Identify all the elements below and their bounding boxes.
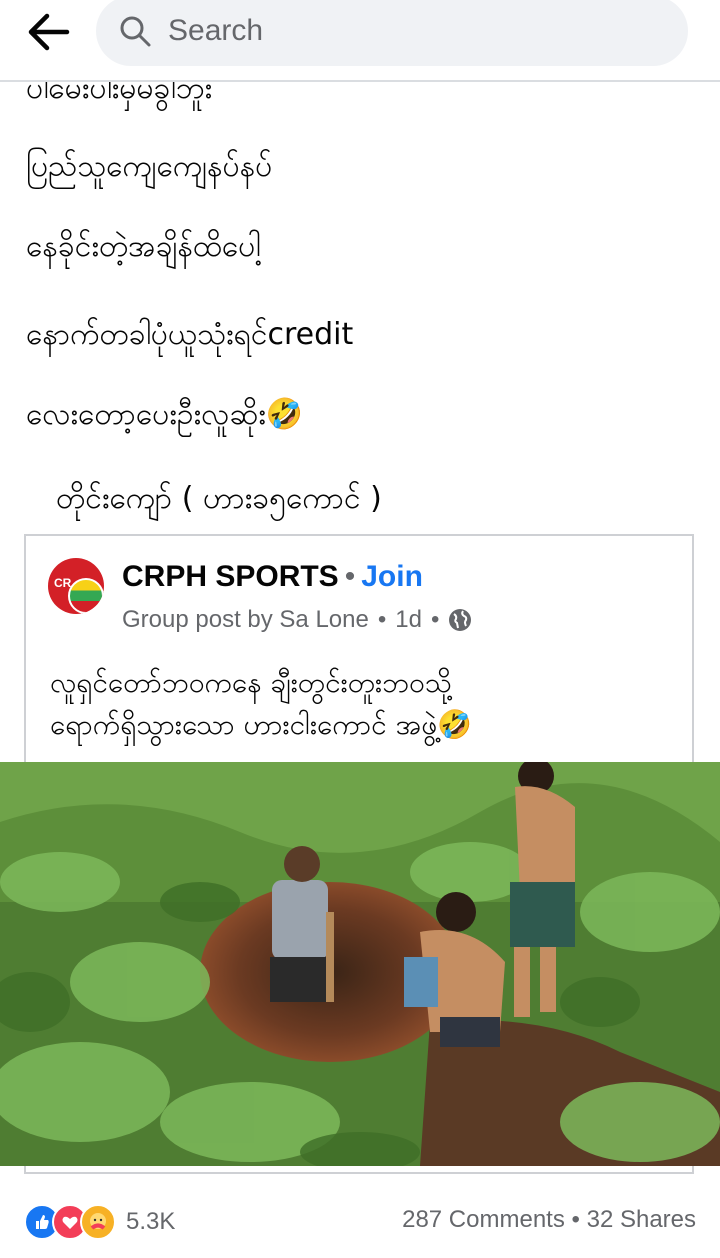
- card-title: CRPH SPORTS • Join: [122, 560, 423, 594]
- flag-icon: [68, 578, 104, 614]
- globe-icon: [449, 609, 472, 631]
- comments-count[interactable]: 287 Comments: [402, 1206, 565, 1233]
- post-line: နောက်တခါပုံယူသုံးရင်credit: [26, 317, 354, 352]
- separator-dot: •: [377, 606, 387, 633]
- shares-count[interactable]: 32 Shares: [587, 1206, 696, 1233]
- shared-post-body: လူရှင်တော်ဘဝကနေ ချီးတွင်းတူးဘဝသို့ ရောက်…: [50, 662, 680, 746]
- back-button[interactable]: [22, 10, 74, 54]
- photo-image: [0, 762, 720, 1166]
- reactions-summary[interactable]: 5.3K: [24, 1204, 175, 1240]
- post-line: ပြည်သူကျေကျေနပ်နပ်: [26, 149, 273, 184]
- reaction-count: 5.3K: [126, 1208, 176, 1235]
- post-meta: Group post by Sa Lone • 1d •: [122, 606, 472, 634]
- post-time[interactable]: 1d: [395, 606, 422, 634]
- care-reaction-icon: [80, 1204, 116, 1240]
- group-name[interactable]: CRPH SPORTS: [122, 560, 339, 593]
- join-button[interactable]: Join: [361, 560, 423, 593]
- post-line: လေးတော့ပေးဦးလူဆိုး🤣: [26, 397, 304, 432]
- post-signature: တိုင်းကျော် ( ဟားခ၅ကောင် ): [56, 481, 382, 516]
- body-line: လူရှင်တော်ဘဝကနေ ချီးတွင်းတူးဘဝသို့: [50, 666, 452, 699]
- engagement-stats: 287 Comments • 32 Shares: [402, 1206, 696, 1234]
- group-avatar[interactable]: CR: [48, 558, 104, 614]
- search-icon: [118, 14, 152, 48]
- separator-dot: •: [430, 606, 440, 633]
- top-bar: [0, 0, 720, 82]
- post-photo[interactable]: [0, 762, 720, 1166]
- arrow-left-icon: [28, 13, 70, 51]
- separator-dot: •: [571, 1206, 587, 1233]
- post-author-meta: Group post by Sa Lone: [122, 606, 369, 633]
- separator-dot: •: [344, 560, 356, 593]
- post-line: နေခိုင်းတဲ့အချိန်ထိပေါ့: [26, 229, 261, 264]
- search-bar[interactable]: [96, 0, 688, 66]
- body-line: ရောက်ရှိသွားသော ဟားငါးကောင် အဖွဲ့🤣: [50, 708, 473, 741]
- search-input[interactable]: [166, 13, 650, 49]
